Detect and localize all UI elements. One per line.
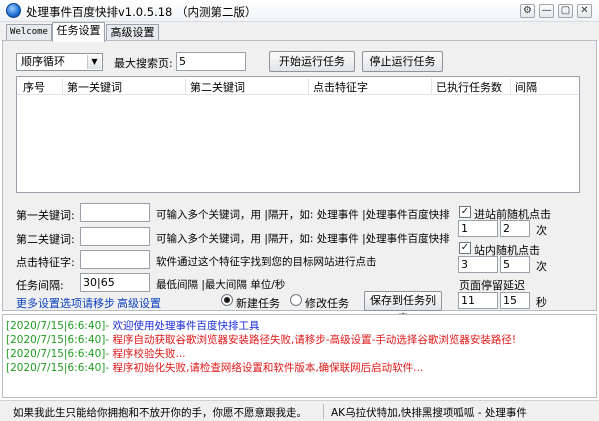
keyword2-label: 第二关键词: — [16, 233, 75, 246]
keyword2-input[interactable] — [80, 227, 150, 246]
interval-input[interactable]: 30|65 — [80, 273, 150, 292]
interval-label: 任务间隔: — [16, 279, 64, 292]
feature-label: 点击特征字: — [16, 256, 75, 269]
new-task-label[interactable]: 新建任务 — [236, 295, 280, 311]
app-logo-icon — [6, 3, 21, 18]
max-page-input[interactable]: 5 — [176, 52, 246, 71]
minimize-button[interactable]: — — [539, 4, 554, 18]
status-quote: 如果我此生只能给你拥抱和不放开你的手，你愿不愿意跟我走。 — [13, 407, 307, 419]
log-message: 程序校验失败... — [112, 348, 186, 360]
page-delay-min-input[interactable]: 11 — [458, 292, 498, 309]
log-timestamp: [2020/7/15|6:6:40]- — [6, 320, 110, 332]
status-divider — [323, 404, 324, 419]
pre-click-checkbox[interactable]: ✓ — [459, 206, 471, 218]
chevron-down-icon[interactable]: ▼ — [87, 55, 101, 69]
column-header-keyword1[interactable]: 第一关键词 — [67, 79, 122, 95]
keyword1-input[interactable] — [80, 203, 150, 222]
column-divider — [62, 78, 63, 94]
loop-mode-value: 顺序循环 — [21, 55, 65, 68]
feature-input[interactable] — [80, 250, 150, 269]
radio-selected-dot — [224, 297, 230, 303]
pre-click-max-input[interactable]: 2 — [500, 220, 530, 237]
table-header: 序号 第一关键词 第二关键词 点击特征字 已执行任务数 间隔 — [17, 77, 579, 95]
page-delay-max-input[interactable]: 15 — [500, 292, 530, 309]
in-site-click-max-input[interactable]: 5 — [500, 256, 530, 273]
start-task-button[interactable]: 开始运行任务 — [269, 51, 355, 72]
maximize-button[interactable]: ▢ — [558, 4, 573, 18]
column-divider — [431, 78, 432, 94]
advanced-settings-link[interactable]: 高级设置 — [117, 295, 161, 311]
in-site-click-min-input[interactable]: 3 — [458, 256, 498, 273]
keyword1-label: 第一关键词: — [16, 209, 75, 222]
interval-hint: 最低间隔 |最大间隔 单位/秒 — [156, 279, 286, 291]
column-divider — [510, 78, 511, 94]
save-to-task-list-button[interactable]: 保存到任务列表 — [364, 291, 442, 325]
column-header-feature[interactable]: 点击特征字 — [313, 79, 368, 95]
status-bar: 如果我此生只能给你拥抱和不放开你的手，你愿不愿意跟我走。 AK乌拉伏特加,快排黑… — [0, 400, 599, 421]
log-message: 程序初始化失败,请检查网络设置和软件版本,确保联网后启动软件... — [112, 362, 424, 374]
page-delay-unit: 秒 — [536, 296, 547, 309]
log-message: 欢迎使用处理事件百度快排工具 — [112, 320, 260, 332]
log-line: [2020/7/15|6:6:40]- 程序初始化失败,请检查网络设置和软件版本… — [6, 360, 423, 375]
log-line: [2020/7/15|6:6:40]- 欢迎使用处理事件百度快排工具 — [6, 318, 260, 333]
page-delay-label: 页面停留延迟 — [459, 279, 525, 292]
edit-task-label[interactable]: 修改任务 — [305, 295, 349, 311]
log-line: [2020/7/15|6:6:40]- 程序校验失败... — [6, 346, 186, 361]
in-site-click-checkbox[interactable]: ✓ — [459, 242, 471, 254]
log-panel[interactable]: [2020/7/15|6:6:40]- 欢迎使用处理事件百度快排工具 [2020… — [2, 314, 597, 398]
log-message: 程序自动获取谷歌浏览器安装路径失败,请移步-高级设置-手动选择谷歌浏览器安装路径… — [112, 334, 517, 346]
loop-mode-select[interactable]: 顺序循环 ▼ — [16, 53, 103, 71]
window-title: 处理事件百度快排v1.0.5.18 （内测第二版） — [26, 5, 257, 19]
column-header-index[interactable]: 序号 — [23, 79, 45, 95]
pre-click-min-input[interactable]: 1 — [458, 220, 498, 237]
max-page-label: 最大搜索页: — [114, 57, 173, 70]
tab-advanced-settings[interactable]: 高级设置 — [106, 24, 159, 41]
title-bar: 处理事件百度快排v1.0.5.18 （内测第二版） ⚙ — ▢ ✕ — [0, 0, 599, 22]
more-settings-link[interactable]: 更多设置选项请移步 — [16, 295, 115, 311]
new-task-radio[interactable] — [221, 294, 233, 306]
log-line: [2020/7/15|6:6:40]- 程序自动获取谷歌浏览器安装路径失败,请移… — [6, 332, 516, 347]
status-credit: AK乌拉伏特加,快排黑搜项呱呱 - 处理事件 — [331, 407, 527, 419]
keyword2-hint: 可输入多个关键词，用 |隔开，如: 处理事件 |处理事件百度快排 — [156, 233, 450, 245]
keyword1-hint: 可输入多个关键词，用 |隔开，如: 处理事件 |处理事件百度快排 — [156, 209, 450, 221]
column-divider — [308, 78, 309, 94]
column-header-done-count[interactable]: 已执行任务数 — [436, 79, 502, 95]
tab-task-settings[interactable]: 任务设置 — [52, 22, 105, 42]
column-divider — [185, 78, 186, 94]
column-header-keyword2[interactable]: 第二关键词 — [190, 79, 245, 95]
log-timestamp: [2020/7/15|6:6:40]- — [6, 334, 110, 346]
task-table[interactable]: 序号 第一关键词 第二关键词 点击特征字 已执行任务数 间隔 — [16, 76, 580, 193]
log-timestamp: [2020/7/15|6:6:40]- — [6, 348, 110, 360]
in-site-click-unit: 次 — [536, 260, 547, 273]
column-header-interval[interactable]: 间隔 — [515, 79, 537, 95]
log-timestamp: [2020/7/15|6:6:40]- — [6, 362, 110, 374]
pre-click-unit: 次 — [536, 224, 547, 237]
settings-icon[interactable]: ⚙ — [520, 4, 535, 18]
feature-hint: 软件通过这个特征字找到您的目标网站进行点击 — [156, 256, 377, 268]
tab-strip: Welcome 任务设置 高级设置 — [0, 22, 599, 42]
edit-task-radio[interactable] — [290, 294, 302, 306]
tab-welcome[interactable]: Welcome — [6, 24, 52, 41]
stop-task-button[interactable]: 停止运行任务 — [362, 51, 443, 72]
close-button[interactable]: ✕ — [577, 4, 592, 18]
